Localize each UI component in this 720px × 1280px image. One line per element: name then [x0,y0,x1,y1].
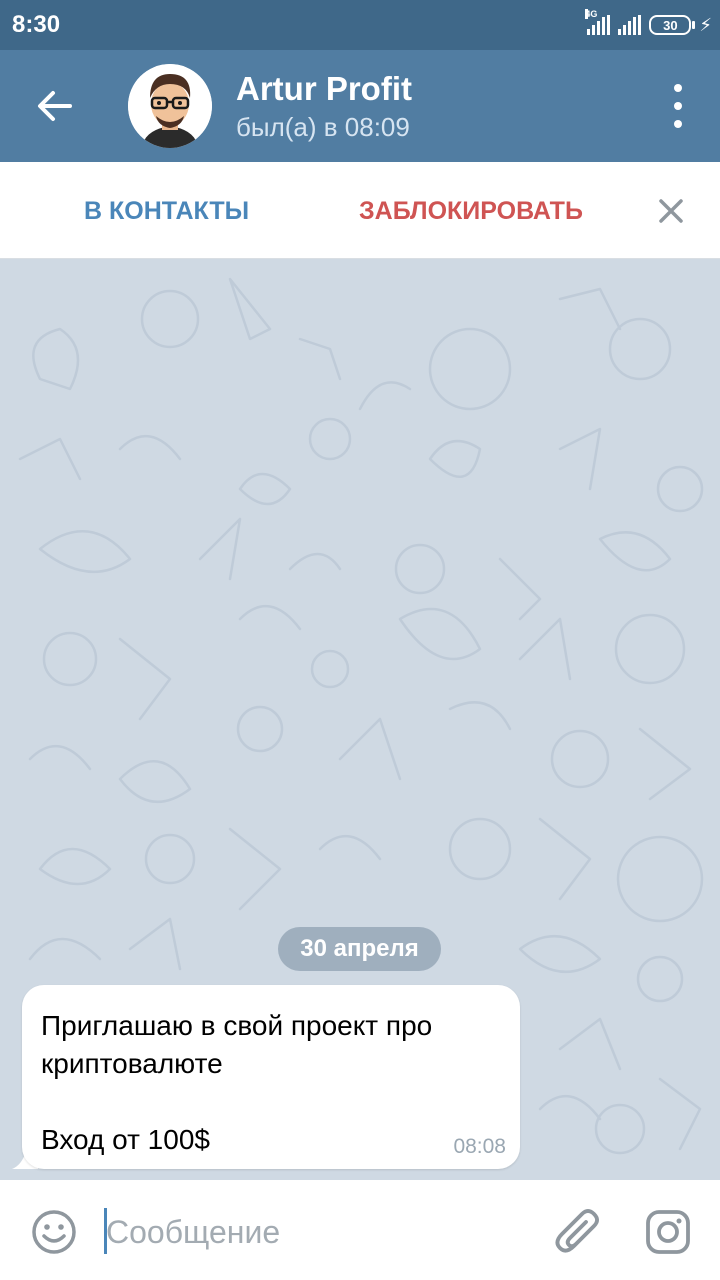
battery-icon: 30 [649,15,696,35]
chat-area[interactable]: 30 апреля Приглашаю в свой проект про кр… [0,259,720,1180]
status-icons: 4G 30 ⚡ [585,9,712,39]
more-options-button[interactable] [666,84,690,128]
message-time: 08:08 [453,1135,506,1158]
incoming-message[interactable]: Приглашаю в свой проект про криптовалюте… [22,985,520,1169]
message-input[interactable] [106,1210,526,1254]
last-seen-status: был(а) в 08:09 [236,112,410,142]
message-text: Приглашаю в свой проект про криптовалюте… [41,1010,433,1155]
back-arrow-icon [38,91,72,121]
status-time: 8:30 [12,11,61,38]
emoji-icon [32,1210,76,1254]
close-action-bar-button[interactable] [652,192,690,230]
network-label: 4G [585,9,598,19]
paperclip-icon [555,1209,599,1253]
avatar-image [128,64,212,148]
emoji-button[interactable] [30,1208,78,1261]
menu-dot [674,102,682,110]
back-button[interactable] [24,80,84,132]
status-bar: 8:30 4G 30 ⚡ [0,0,720,50]
attach-button[interactable] [554,1206,600,1261]
block-user-button[interactable]: ЗАБЛОКИРОВАТЬ [359,197,583,226]
menu-dot [674,84,682,92]
date-separator: 30 апреля [278,927,441,971]
new-contact-action-bar: В КОНТАКТЫ ЗАБЛОКИРОВАТЬ [0,162,720,259]
camera-button[interactable] [644,1208,692,1261]
message-input-bar [0,1180,720,1280]
chat-title[interactable]: Artur Profit [236,70,412,108]
add-to-contacts-button[interactable]: В КОНТАКТЫ [84,197,249,226]
signal-icon [618,15,642,35]
close-icon [659,199,683,223]
chat-header: Artur Profit был(а) в 08:09 [0,50,720,162]
camera-icon [646,1210,690,1254]
charging-icon: ⚡ [699,14,712,35]
battery-level: 30 [663,17,678,33]
signal-4g-icon: 4G [585,9,611,35]
menu-dot [674,120,682,128]
avatar[interactable] [128,64,212,148]
